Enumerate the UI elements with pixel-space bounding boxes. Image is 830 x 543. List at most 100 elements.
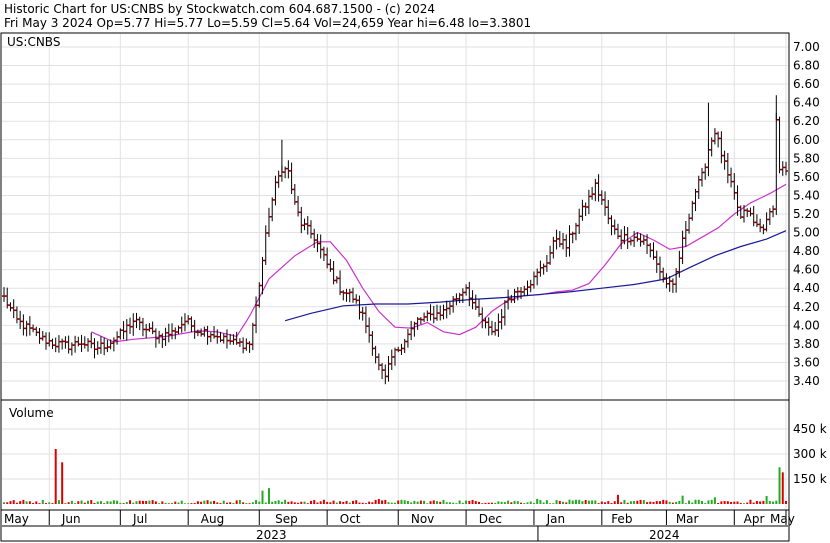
volume-bar	[103, 503, 106, 504]
volume-bar	[38, 503, 41, 504]
volume-bar	[658, 501, 661, 504]
volume-bar	[681, 495, 684, 504]
stock-chart: Historic Chart for US:CNBS by Stockwatch…	[0, 0, 830, 543]
volume-bar	[77, 501, 80, 504]
volume-bar	[410, 502, 413, 504]
volume-bar	[345, 500, 348, 504]
volume-bar	[704, 503, 707, 504]
volume-bar	[90, 500, 93, 504]
volume-bar	[57, 500, 60, 504]
volume-bar	[755, 501, 758, 504]
volume-bar	[209, 501, 212, 504]
volume-bar	[697, 499, 700, 504]
chart-header-line2: Fri May 3 2024 Op=5.77 Hi=5.77 Lo=5.59 C…	[4, 16, 531, 30]
volume-bar	[545, 500, 548, 504]
volume-bar	[374, 499, 377, 504]
volume-bar	[481, 503, 484, 504]
volume-bar	[723, 500, 726, 504]
volume-bar	[242, 502, 245, 504]
volume-bar	[309, 500, 312, 504]
volume-bar	[616, 494, 619, 504]
volume-bar	[568, 499, 571, 504]
volume-bar	[439, 501, 442, 504]
volume-bar	[177, 502, 180, 504]
month-label: Jan	[546, 512, 566, 526]
volume-bar	[277, 500, 280, 504]
volume-bar	[80, 500, 83, 504]
volume-bar	[322, 499, 325, 504]
volume-bar	[591, 500, 594, 504]
volume-bar	[700, 501, 703, 504]
volume-bar	[620, 502, 623, 504]
volume-bar	[348, 502, 351, 504]
month-label: Dec	[479, 512, 502, 526]
volume-bar	[74, 503, 77, 504]
volume-bar	[329, 502, 332, 504]
volume-bar	[313, 500, 316, 504]
volume-bar	[581, 501, 584, 504]
month-label: Jun	[61, 512, 81, 526]
price-tick-label: 6.60	[793, 77, 820, 91]
volume-bar	[497, 501, 500, 504]
volume-bar	[474, 501, 477, 504]
price-tick-label: 4.40	[793, 281, 820, 295]
volume-bar	[148, 500, 151, 504]
volume-bar	[371, 502, 374, 504]
month-label: Aug	[201, 512, 224, 526]
volume-bar	[607, 501, 610, 504]
volume-bar	[671, 502, 674, 504]
volume-bar	[180, 500, 183, 504]
volume-bar	[516, 501, 519, 504]
volume-bar	[691, 502, 694, 504]
volume-bar	[368, 501, 371, 504]
volume-bar	[213, 500, 216, 504]
volume-bar	[158, 503, 161, 504]
month-label: May	[4, 512, 29, 526]
volume-bar	[594, 500, 597, 504]
volume-bar	[171, 502, 174, 504]
volume-bar	[361, 502, 364, 504]
volume-bar	[597, 503, 600, 504]
volume-bar	[633, 501, 636, 504]
volume-bar	[765, 496, 768, 504]
volume-bar	[465, 500, 468, 504]
volume-bar	[746, 502, 749, 504]
volume-bar	[461, 502, 464, 504]
price-tick-label: 4.80	[793, 244, 820, 258]
volume-bar	[232, 502, 235, 504]
volume-bar	[261, 490, 264, 504]
volume-bar	[32, 502, 35, 504]
volume-bar	[22, 499, 25, 504]
symbol-label: US:CNBS	[7, 35, 60, 49]
chart-canvas: Historic Chart for US:CNBS by Stockwatch…	[0, 2, 827, 542]
volume-bar	[64, 503, 67, 504]
volume-bar	[342, 501, 345, 504]
volume-bar	[785, 500, 787, 504]
volume-bar	[558, 500, 561, 504]
price-tick-label: 4.20	[793, 300, 820, 314]
volume-bar	[154, 501, 157, 504]
volume-bar	[83, 502, 86, 504]
volume-bar	[384, 499, 387, 504]
volume-bar	[112, 500, 115, 504]
volume-bar	[274, 500, 277, 504]
price-axis: 7.00 6.80 6.60 6.40 6.20 6.00 5.80 5.60 5.40 5.20…	[793, 40, 820, 388]
volume-bar	[490, 502, 493, 504]
volume-bar	[675, 501, 678, 504]
volume-tick-label: 300 k	[793, 447, 827, 461]
volume-bar	[377, 499, 380, 504]
volume-bar	[445, 502, 448, 504]
volume-bar	[54, 449, 57, 504]
volume-bar	[484, 502, 487, 504]
volume-bar	[455, 503, 458, 504]
volume-axis: 450 k 300 k 150 k	[793, 422, 827, 486]
volume-bar	[639, 499, 642, 504]
volume-bar	[684, 503, 687, 504]
volume-bar	[297, 502, 300, 504]
volume-bar	[778, 467, 781, 504]
volume-bar	[613, 501, 616, 504]
price-tick-label: 7.00	[793, 40, 820, 54]
volume-bar	[19, 501, 22, 504]
price-tick-label: 3.80	[793, 337, 820, 351]
volume-bar	[642, 500, 645, 504]
